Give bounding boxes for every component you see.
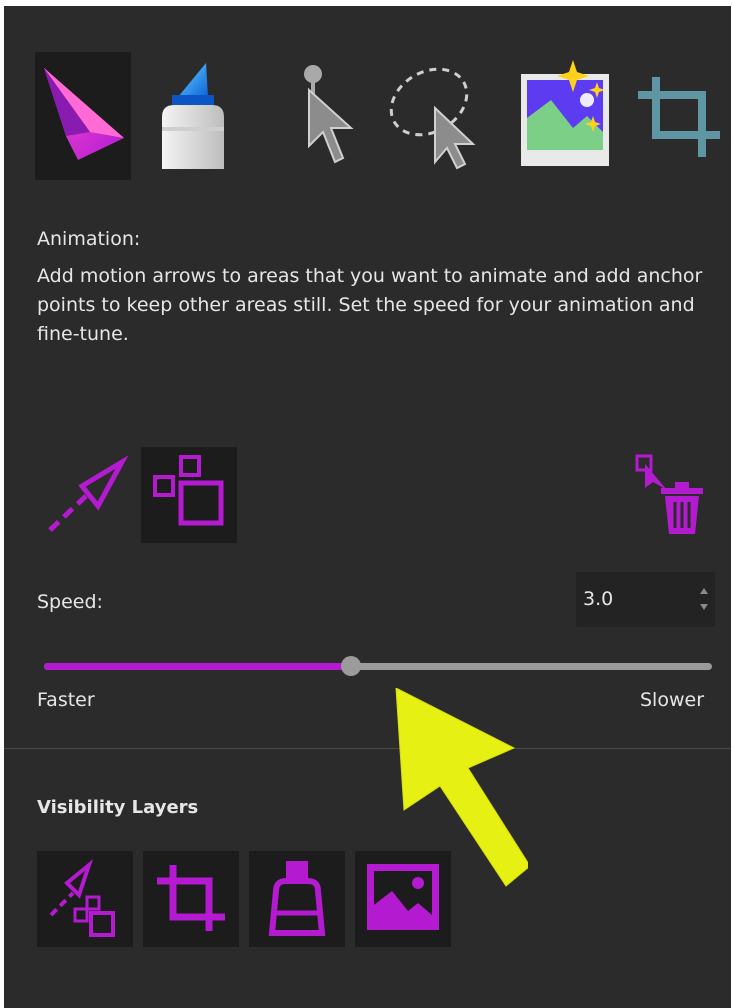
motion-arrow-button[interactable] [40,447,130,543]
arrows-anchors-layer-icon [45,857,125,941]
speed-slider-thumb[interactable] [341,656,361,676]
spin-arrows-icon[interactable] [697,582,711,616]
anchor-points-button[interactable] [141,447,237,543]
description-title: Animation: [37,228,141,250]
paper-plane-animation-icon [38,62,128,170]
lasso-selection-icon [383,58,479,174]
crop-layer-button[interactable] [143,851,239,947]
animation-panel: Animation: Add motion arrows to areas th… [4,6,731,1008]
speed-value[interactable]: 3.0 [583,588,613,610]
crop-icon [636,69,726,163]
highlighter-tool-button[interactable] [143,52,239,180]
sparkle-photo-icon [517,56,615,176]
photo-effects-tool-button[interactable] [516,52,616,180]
highlighter-layer-icon [262,857,332,941]
speed-stepper[interactable]: 3.0 [576,572,715,627]
crop-tool-button[interactable] [630,52,731,180]
annotation-arrow [388,687,531,892]
faster-label: Faster [37,689,95,711]
motion-arrow-icon [42,450,129,540]
yellow-pointer-arrow-icon [388,687,531,892]
highlighter-layer-button[interactable] [249,851,345,947]
crop-layer-icon [155,861,227,937]
slower-label: Slower [640,689,705,711]
speed-label: Speed: [37,591,103,613]
speed-slider-fill [44,663,351,670]
description-body: Add motion arrows to areas that you want… [37,265,703,345]
section-divider [4,748,731,749]
paper-plane-tool-button[interactable] [35,52,131,180]
lasso-tool-button[interactable] [381,52,481,180]
speed-slider-track[interactable] [44,663,712,670]
arrows-anchors-layer-button[interactable] [37,851,133,947]
pin-pointer-icon [287,58,357,174]
highlighter-marker-icon [148,57,234,175]
delete-arrows-icon [627,450,713,540]
pin-tool-button[interactable] [284,52,360,180]
anchor-points-icon [149,453,229,537]
visibility-layers-title: Visibility Layers [37,797,199,818]
delete-arrows-button[interactable] [622,447,718,543]
